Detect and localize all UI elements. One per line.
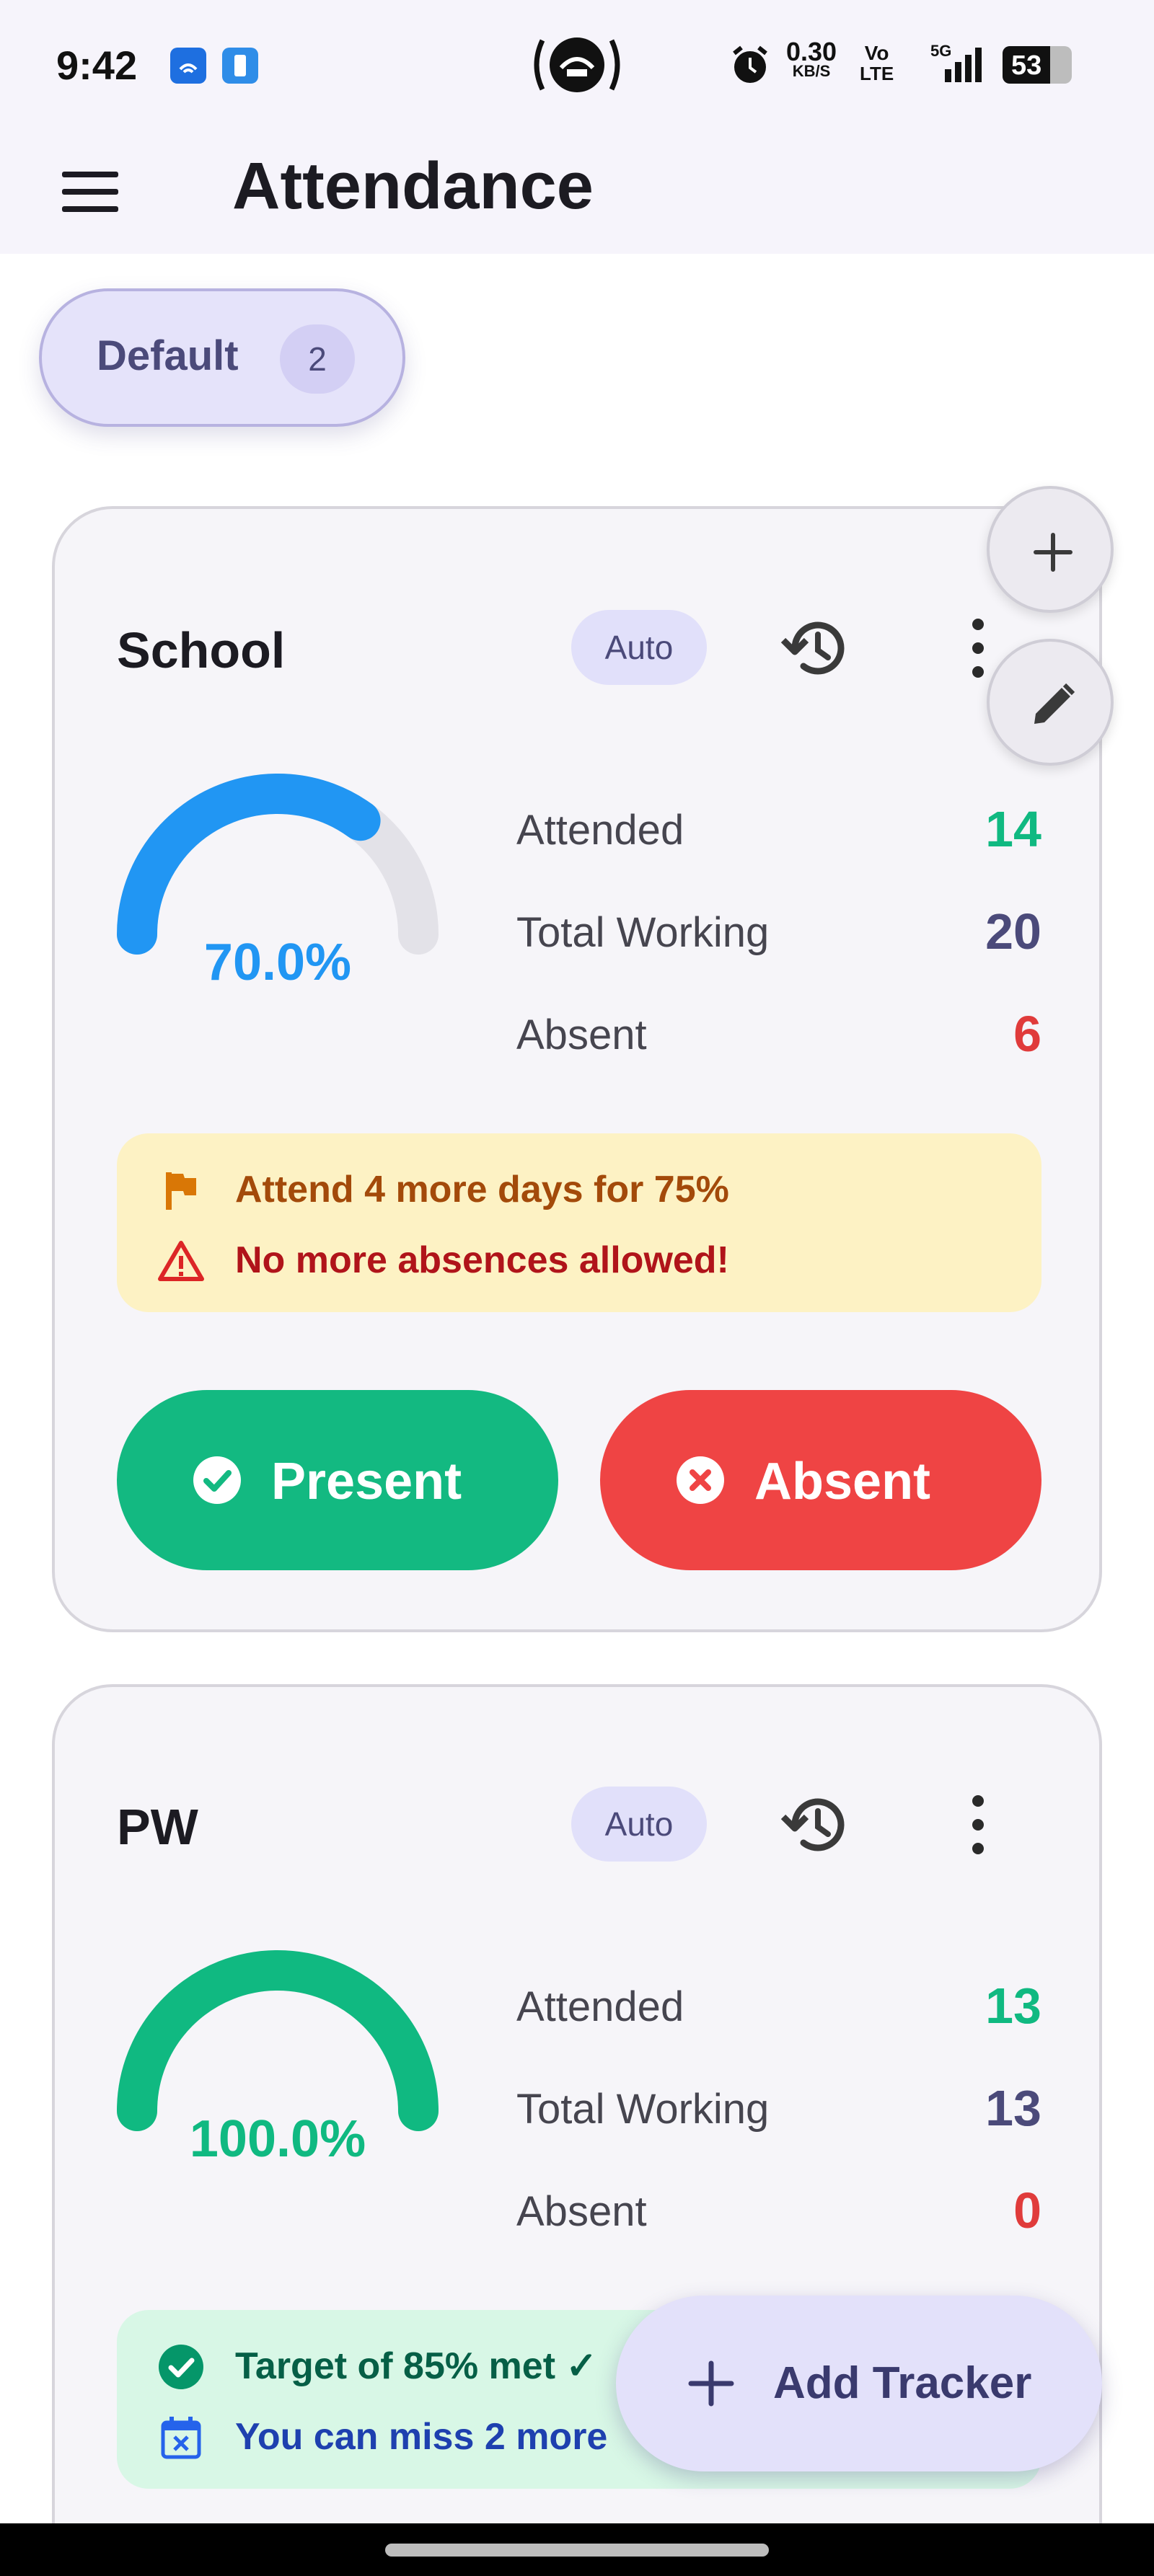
add-tracker-label: Add Tracker <box>773 2358 1032 2408</box>
history-icon[interactable] <box>776 1785 855 1864</box>
total-working-label: Total Working <box>516 909 770 956</box>
volte-indicator: Vo LTE <box>860 42 894 84</box>
attendance-percent: 70.0% <box>203 934 352 991</box>
app-bar: Attendance <box>0 130 1154 254</box>
attendance-gauge <box>117 774 439 955</box>
absent-button-label: Absent <box>754 1453 931 1510</box>
attendance-gauge <box>117 1950 439 2131</box>
pencil-icon <box>1034 683 1075 724</box>
app-notification-icon <box>170 48 206 84</box>
battery-icon: 53 <box>1003 46 1072 84</box>
attendance-percent: 100.0% <box>189 2110 366 2168</box>
group-chip-default[interactable]: Default 2 <box>39 288 405 427</box>
absent-button[interactable]: Absent <box>600 1390 1041 1570</box>
check-circle-icon <box>159 2345 203 2389</box>
gauge-progress <box>117 774 381 955</box>
attended-value: 14 <box>985 801 1041 857</box>
mode-chip[interactable]: Auto <box>571 610 707 685</box>
check-circle-icon <box>193 1456 241 1504</box>
calendar-x-icon <box>161 2417 201 2459</box>
group-chip-count: 2 <box>280 324 355 394</box>
add-button[interactable] <box>987 486 1114 613</box>
present-button-label: Present <box>271 1453 462 1510</box>
total-working-label: Total Working <box>516 2086 770 2133</box>
history-icon[interactable] <box>776 608 855 688</box>
total-working-value: 13 <box>985 2080 1041 2136</box>
absent-value: 6 <box>1013 1006 1041 1062</box>
flag-icon <box>166 1172 196 1210</box>
alarm-icon <box>733 45 767 83</box>
warning-icon <box>158 1241 204 1281</box>
group-chip-label: Default <box>97 332 239 379</box>
home-gesture-handle[interactable] <box>385 2544 769 2557</box>
hamburger-menu-icon[interactable] <box>59 164 121 219</box>
notice-box: Attend 4 more days for 75% No more absen… <box>117 1133 1041 1312</box>
tracker-title: School <box>117 622 286 678</box>
attended-label: Attended <box>516 807 684 854</box>
hotspot-icon <box>534 37 620 92</box>
status-bar: 9:42 0.30 KB/S Vo LTE 5G 53 <box>0 0 1154 130</box>
system-nav-bar <box>0 2523 1154 2576</box>
plus-icon <box>1034 533 1072 572</box>
absent-label: Absent <box>516 2188 647 2235</box>
mode-chip[interactable]: Auto <box>571 1787 707 1862</box>
attended-label: Attended <box>516 1983 684 2030</box>
add-tracker-button[interactable]: Add Tracker <box>616 2296 1102 2471</box>
status-time: 9:42 <box>56 43 138 88</box>
attended-value: 13 <box>985 1978 1041 2034</box>
plus-icon <box>688 2360 734 2407</box>
total-working-value: 20 <box>985 903 1041 960</box>
edit-button[interactable] <box>987 639 1114 766</box>
absent-value: 0 <box>1013 2182 1041 2239</box>
phone-notification-icon <box>222 48 258 84</box>
signal-icon: 5G <box>930 42 988 85</box>
gauge-progress <box>117 1950 439 2131</box>
present-button[interactable]: Present <box>117 1390 558 1570</box>
absent-label: Absent <box>516 1012 647 1058</box>
cancel-circle-icon <box>677 1456 724 1504</box>
net-speed: 0.30 KB/S <box>786 37 837 80</box>
tracker-card-school: School Auto 70.0% Attended 14 Total Work… <box>52 506 1102 1632</box>
more-options-icon[interactable] <box>956 1785 1000 1864</box>
tracker-title: PW <box>117 1799 198 1855</box>
page-title: Attendance <box>232 149 594 223</box>
